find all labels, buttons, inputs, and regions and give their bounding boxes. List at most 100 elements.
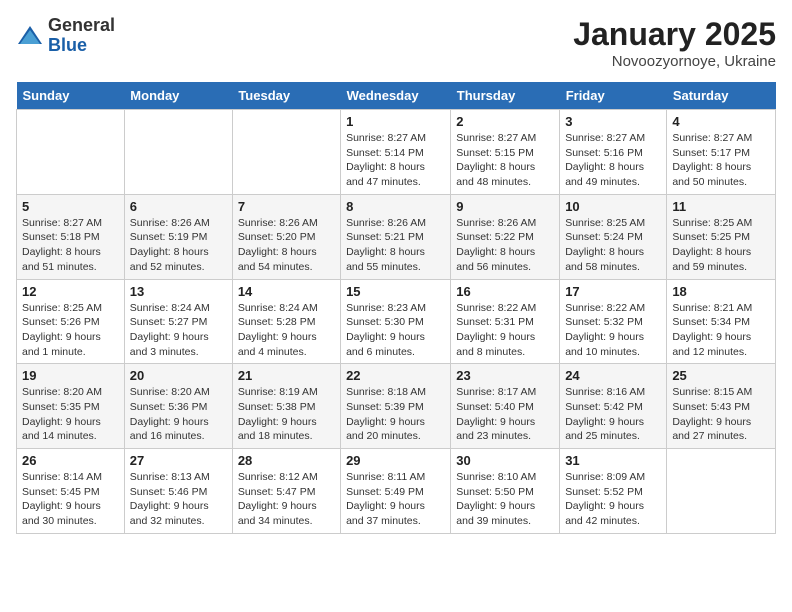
weekday-header-row: SundayMondayTuesdayWednesdayThursdayFrid… xyxy=(17,82,776,110)
day-info: Sunrise: 8:18 AM Sunset: 5:39 PM Dayligh… xyxy=(346,385,445,444)
calendar-cell: 11 Sunrise: 8:25 AM Sunset: 5:25 PM Dayli… xyxy=(667,194,776,279)
calendar-cell: 30 Sunrise: 8:10 AM Sunset: 5:50 PM Dayli… xyxy=(451,449,560,534)
weekday-tuesday: Tuesday xyxy=(232,82,340,110)
day-info: Sunrise: 8:25 AM Sunset: 5:26 PM Dayligh… xyxy=(22,301,119,360)
calendar-cell: 9 Sunrise: 8:26 AM Sunset: 5:22 PM Daylig… xyxy=(451,194,560,279)
day-number: 14 xyxy=(238,284,335,299)
day-number: 20 xyxy=(130,368,227,383)
day-info: Sunrise: 8:22 AM Sunset: 5:31 PM Dayligh… xyxy=(456,301,554,360)
calendar-cell: 5 Sunrise: 8:27 AM Sunset: 5:18 PM Daylig… xyxy=(17,194,125,279)
calendar-cell: 3 Sunrise: 8:27 AM Sunset: 5:16 PM Daylig… xyxy=(560,110,667,195)
day-info: Sunrise: 8:25 AM Sunset: 5:24 PM Dayligh… xyxy=(565,216,661,275)
calendar-cell xyxy=(232,110,340,195)
calendar-cell: 10 Sunrise: 8:25 AM Sunset: 5:24 PM Dayli… xyxy=(560,194,667,279)
day-info: Sunrise: 8:24 AM Sunset: 5:27 PM Dayligh… xyxy=(130,301,227,360)
day-number: 9 xyxy=(456,199,554,214)
day-number: 4 xyxy=(672,114,770,129)
day-info: Sunrise: 8:19 AM Sunset: 5:38 PM Dayligh… xyxy=(238,385,335,444)
logo-icon xyxy=(16,22,44,50)
calendar-cell: 15 Sunrise: 8:23 AM Sunset: 5:30 PM Dayli… xyxy=(341,279,451,364)
weekday-wednesday: Wednesday xyxy=(341,82,451,110)
calendar-cell: 28 Sunrise: 8:12 AM Sunset: 5:47 PM Dayli… xyxy=(232,449,340,534)
day-info: Sunrise: 8:09 AM Sunset: 5:52 PM Dayligh… xyxy=(565,470,661,529)
calendar-cell: 21Sunrise: 8:19 AM Sunset: 5:38 PM Dayli… xyxy=(232,364,340,449)
day-info: Sunrise: 8:22 AM Sunset: 5:32 PM Dayligh… xyxy=(565,301,661,360)
day-number: 27 xyxy=(130,453,227,468)
day-number: 22 xyxy=(346,368,445,383)
weekday-thursday: Thursday xyxy=(451,82,560,110)
page-header: General Blue January 2025 Novoozyornoye,… xyxy=(16,16,776,70)
day-info: Sunrise: 8:26 AM Sunset: 5:19 PM Dayligh… xyxy=(130,216,227,275)
weekday-sunday: Sunday xyxy=(17,82,125,110)
day-number: 6 xyxy=(130,199,227,214)
day-info: Sunrise: 8:20 AM Sunset: 5:36 PM Dayligh… xyxy=(130,385,227,444)
day-number: 24 xyxy=(565,368,661,383)
weekday-friday: Friday xyxy=(560,82,667,110)
day-number: 15 xyxy=(346,284,445,299)
calendar-cell xyxy=(124,110,232,195)
day-number: 29 xyxy=(346,453,445,468)
calendar-cell: 26 Sunrise: 8:14 AM Sunset: 5:45 PM Dayli… xyxy=(17,449,125,534)
day-number: 17 xyxy=(565,284,661,299)
day-info: Sunrise: 8:27 AM Sunset: 5:18 PM Dayligh… xyxy=(22,216,119,275)
day-info: Sunrise: 8:13 AM Sunset: 5:46 PM Dayligh… xyxy=(130,470,227,529)
calendar-cell xyxy=(17,110,125,195)
day-number: 10 xyxy=(565,199,661,214)
day-number: 16 xyxy=(456,284,554,299)
calendar-cell: 20 Sunrise: 8:20 AM Sunset: 5:36 PM Dayli… xyxy=(124,364,232,449)
calendar-cell: 22 Sunrise: 8:18 AM Sunset: 5:39 PM Dayli… xyxy=(341,364,451,449)
day-number: 25 xyxy=(672,368,770,383)
day-number: 30 xyxy=(456,453,554,468)
day-number: 28 xyxy=(238,453,335,468)
day-info: Sunrise: 8:12 AM Sunset: 5:47 PM Dayligh… xyxy=(238,470,335,529)
calendar-cell xyxy=(667,449,776,534)
day-info: Sunrise: 8:27 AM Sunset: 5:17 PM Dayligh… xyxy=(672,131,770,190)
day-info: Sunrise: 8:26 AM Sunset: 5:22 PM Dayligh… xyxy=(456,216,554,275)
calendar-cell: 19 Sunrise: 8:20 AM Sunset: 5:35 PM Dayli… xyxy=(17,364,125,449)
day-number: 3 xyxy=(565,114,661,129)
calendar-cell: 23 Sunrise: 8:17 AM Sunset: 5:40 PM Dayli… xyxy=(451,364,560,449)
day-number: 5 xyxy=(22,199,119,214)
day-info: Sunrise: 8:27 AM Sunset: 5:16 PM Dayligh… xyxy=(565,131,661,190)
logo: General Blue xyxy=(16,16,115,56)
day-number: 31 xyxy=(565,453,661,468)
logo-text: General Blue xyxy=(48,16,115,56)
title-block: January 2025 Novoozyornoye, Ukraine xyxy=(573,16,776,70)
calendar-cell: 4 Sunrise: 8:27 AM Sunset: 5:17 PM Daylig… xyxy=(667,110,776,195)
calendar-cell: 16 Sunrise: 8:22 AM Sunset: 5:31 PM Dayli… xyxy=(451,279,560,364)
day-number: 11 xyxy=(672,199,770,214)
day-number: 1 xyxy=(346,114,445,129)
day-number: 26 xyxy=(22,453,119,468)
calendar-cell: 29Sunrise: 8:11 AM Sunset: 5:49 PM Dayli… xyxy=(341,449,451,534)
day-info: Sunrise: 8:17 AM Sunset: 5:40 PM Dayligh… xyxy=(456,385,554,444)
calendar-cell: 17 Sunrise: 8:22 AM Sunset: 5:32 PM Dayli… xyxy=(560,279,667,364)
day-info: Sunrise: 8:23 AM Sunset: 5:30 PM Dayligh… xyxy=(346,301,445,360)
day-info: Sunrise: 8:25 AM Sunset: 5:25 PM Dayligh… xyxy=(672,216,770,275)
calendar-cell: 31 Sunrise: 8:09 AM Sunset: 5:52 PM Dayli… xyxy=(560,449,667,534)
calendar-cell: 12 Sunrise: 8:25 AM Sunset: 5:26 PM Dayli… xyxy=(17,279,125,364)
calendar-cell: 13Sunrise: 8:24 AM Sunset: 5:27 PM Dayli… xyxy=(124,279,232,364)
weekday-saturday: Saturday xyxy=(667,82,776,110)
day-number: 19 xyxy=(22,368,119,383)
day-number: 8 xyxy=(346,199,445,214)
month-title: January 2025 xyxy=(573,16,776,53)
calendar-cell: 25Sunrise: 8:15 AM Sunset: 5:43 PM Dayli… xyxy=(667,364,776,449)
day-number: 7 xyxy=(238,199,335,214)
weekday-monday: Monday xyxy=(124,82,232,110)
week-row-5: 26 Sunrise: 8:14 AM Sunset: 5:45 PM Dayli… xyxy=(17,449,776,534)
calendar-table: SundayMondayTuesdayWednesdayThursdayFrid… xyxy=(16,82,776,534)
day-info: Sunrise: 8:10 AM Sunset: 5:50 PM Dayligh… xyxy=(456,470,554,529)
day-number: 23 xyxy=(456,368,554,383)
calendar-cell: 24 Sunrise: 8:16 AM Sunset: 5:42 PM Dayli… xyxy=(560,364,667,449)
day-info: Sunrise: 8:14 AM Sunset: 5:45 PM Dayligh… xyxy=(22,470,119,529)
week-row-2: 5 Sunrise: 8:27 AM Sunset: 5:18 PM Daylig… xyxy=(17,194,776,279)
day-number: 12 xyxy=(22,284,119,299)
day-info: Sunrise: 8:27 AM Sunset: 5:15 PM Dayligh… xyxy=(456,131,554,190)
day-info: Sunrise: 8:24 AM Sunset: 5:28 PM Dayligh… xyxy=(238,301,335,360)
day-info: Sunrise: 8:16 AM Sunset: 5:42 PM Dayligh… xyxy=(565,385,661,444)
calendar-cell: 18Sunrise: 8:21 AM Sunset: 5:34 PM Dayli… xyxy=(667,279,776,364)
calendar-cell: 14 Sunrise: 8:24 AM Sunset: 5:28 PM Dayli… xyxy=(232,279,340,364)
calendar-cell: 7Sunrise: 8:26 AM Sunset: 5:20 PM Daylig… xyxy=(232,194,340,279)
day-info: Sunrise: 8:20 AM Sunset: 5:35 PM Dayligh… xyxy=(22,385,119,444)
day-number: 2 xyxy=(456,114,554,129)
